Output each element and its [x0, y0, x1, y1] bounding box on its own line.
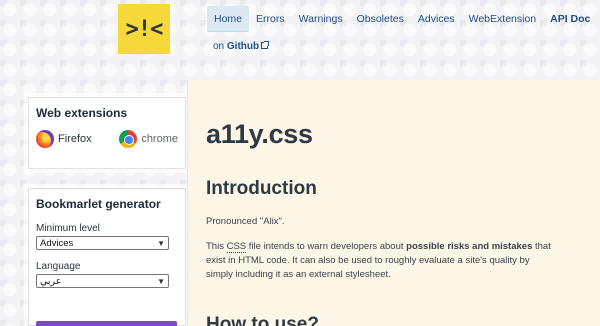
- firefox-extension-link[interactable]: Firefox: [36, 130, 92, 148]
- page-title: a11y.css: [206, 119, 313, 149]
- nav-webextension[interactable]: WebExtension: [462, 6, 544, 32]
- language-label: Language: [36, 261, 81, 272]
- bookmarklet-title: Bookmarlet generator: [36, 197, 161, 211]
- nav-errors[interactable]: Errors: [249, 6, 292, 32]
- introduction-heading: Introduction: [206, 178, 317, 199]
- chevron-down-icon: ▼: [157, 276, 165, 286]
- logo[interactable]: >!<: [118, 4, 170, 54]
- bookmarklet-button[interactable]: [36, 321, 177, 326]
- css-abbr: CSS: [226, 241, 247, 253]
- nav-warnings[interactable]: Warnings: [292, 6, 350, 32]
- main-content: a11y.css Introduction Pronounced "Alix".…: [187, 80, 600, 326]
- bookmarklet-panel: Bookmarlet generator Minimum level Advic…: [28, 188, 186, 326]
- external-link-icon: [261, 41, 270, 49]
- chevron-down-icon: ▼: [157, 238, 165, 248]
- firefox-icon: [36, 130, 54, 148]
- minimum-level-select[interactable]: Advices ▼: [36, 236, 169, 250]
- minimum-level-value: Advices: [40, 237, 74, 249]
- nav-advices[interactable]: Advices: [411, 6, 462, 32]
- nav-home[interactable]: Home: [207, 6, 250, 32]
- nav-github-link[interactable]: on Github: [213, 41, 270, 52]
- logo-text: >!<: [125, 16, 164, 42]
- nav-obsoletes[interactable]: Obsoletes: [350, 6, 411, 32]
- nav-api-doc[interactable]: API Doc: [543, 6, 594, 32]
- github-label: Github: [226, 41, 260, 52]
- pronounced-text: Pronounced "Alix".: [206, 216, 285, 227]
- language-value: عربي: [40, 275, 62, 287]
- desc-strong: possible risks and mistakes: [406, 241, 533, 252]
- web-extensions-title: Web extensions: [36, 106, 128, 120]
- web-extensions-panel: Web extensions Firefox chrome: [28, 97, 186, 169]
- desc-part-2: file intends to warn developers about: [246, 241, 407, 252]
- firefox-label: Firefox: [58, 133, 92, 145]
- description-text: This CSS file intends to warn developers…: [206, 240, 556, 282]
- chrome-extension-link[interactable]: chrome: [119, 130, 178, 148]
- language-select[interactable]: عربي ▼: [36, 274, 169, 288]
- how-to-use-heading: How to use?: [206, 314, 319, 326]
- chrome-label: chrome: [141, 133, 178, 145]
- minimum-level-label: Minimum level: [36, 223, 100, 234]
- desc-part-1: This: [206, 241, 227, 252]
- github-prefix: on: [213, 41, 227, 52]
- main-nav: Home Errors Warnings Obsoletes Advices W…: [207, 6, 597, 54]
- chrome-icon: [119, 130, 138, 148]
